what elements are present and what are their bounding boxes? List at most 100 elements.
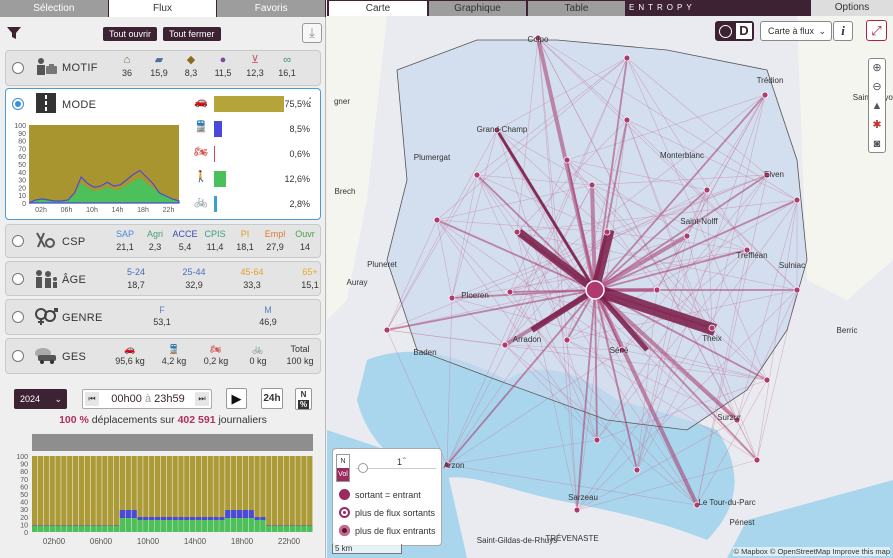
motif-col[interactable]: ∞ 16,1 (272, 53, 302, 79)
motif-panel[interactable]: MOTIF ⌂ 36 ▰ 15,9 ◆ 8,3 ● 11,5 ⊻ 12,3 ∞ 16,1 (5, 50, 321, 86)
csp-col: Ouvr 14 (290, 227, 320, 253)
commune-node (683, 232, 691, 240)
commune-node (563, 336, 571, 344)
map-attribution[interactable]: © Mapbox © OpenStreetMap Improve this ma… (733, 547, 890, 556)
range-24h-button[interactable]: 24h (261, 388, 283, 409)
camera-icon[interactable]: ◙ (869, 135, 885, 154)
motif-title: MOTIF (62, 62, 98, 74)
mode-panel[interactable]: MODE ⋮ 100 90 80 70 60 50 40 30 20 10 0 02h 06h 10h 14… (5, 88, 321, 220)
csp-col: ACCE 5,4 (170, 227, 200, 253)
motif-col[interactable]: ◆ 8,3 (176, 53, 206, 79)
bar-train (266, 525, 272, 526)
bar-train (283, 525, 289, 526)
car-icon: 🚗 (124, 344, 136, 354)
origin-circle-icon[interactable] (719, 25, 732, 38)
compass-icon[interactable]: ▲ (869, 97, 885, 116)
y-tick: 100 (14, 123, 26, 130)
y-tick: 10 (18, 193, 26, 200)
tab-flux[interactable]: Flux (108, 0, 217, 17)
motif-col[interactable]: ⌂ 36 (112, 53, 142, 79)
bar-train (160, 517, 167, 520)
filter-icon[interactable] (6, 25, 22, 41)
zoom-out-icon[interactable]: ⊖ (869, 78, 885, 97)
bar-walk (67, 526, 73, 532)
normalize-button[interactable]: N% (295, 388, 312, 410)
age-value: 18,7 (127, 280, 145, 290)
bar-train (61, 525, 67, 526)
motif-col[interactable]: ▰ 15,9 (144, 53, 174, 79)
commune-node (513, 228, 521, 236)
motif-radio[interactable] (12, 62, 24, 74)
mode-radio[interactable] (12, 98, 24, 110)
bar-walk (260, 520, 266, 532)
bar-train (219, 517, 225, 520)
open-all-button[interactable]: Tout ouvrir (103, 27, 158, 41)
motif-col[interactable]: ● 11,5 (208, 53, 238, 79)
download-icon[interactable]: ⤓ (302, 23, 322, 43)
place-label: Surzur (717, 413, 741, 422)
origin-destination-toggle[interactable]: D (715, 21, 754, 41)
csp-value: 5,4 (178, 242, 192, 252)
place-label: gner (334, 97, 350, 106)
skip-start-icon[interactable]: ⏮ (85, 392, 99, 406)
commune-node (793, 286, 801, 294)
options-button[interactable]: Options (811, 0, 893, 16)
x-tick: 22h00 (278, 537, 301, 546)
motif-value: 12,3 (246, 68, 264, 78)
csp-value: 14 (299, 242, 310, 252)
legend-slider-handle[interactable] (358, 463, 368, 473)
tab-carte[interactable]: Carte (329, 1, 427, 16)
genre-title: GENRE (62, 312, 103, 324)
bicycle-icon: 🚲 (252, 344, 264, 354)
genre-panel[interactable]: GENRE F 53,1 M 46,9 (5, 299, 321, 335)
close-all-button[interactable]: Tout fermer (163, 27, 221, 41)
year-select[interactable]: 2024 ⌄ (14, 389, 67, 409)
mode-percent: 0,6% (289, 149, 310, 159)
csp-panel[interactable]: CSP SAP 21,1 Agri 2,3 ACCE 5,4 CPIS 11,4 PI 18,1 E… (5, 224, 321, 258)
motif-col[interactable]: ⊻ 12,3 (240, 53, 270, 79)
genre-radio[interactable] (12, 311, 24, 323)
view-select[interactable]: Carte à flux ⌄ (760, 21, 832, 41)
skip-end-icon[interactable]: ⏭ (195, 392, 209, 406)
tab-favoris[interactable]: Favoris (217, 0, 326, 17)
bar-car (266, 456, 272, 532)
y-tick: 50 (18, 162, 26, 169)
bar-train (254, 517, 260, 520)
time-range[interactable]: ⏮ 00h00 à 23h59 ⏭ (82, 389, 212, 409)
bar-train (49, 525, 55, 526)
age-label: 45-64 (240, 267, 264, 277)
bar-car (67, 456, 73, 532)
x-tick: 02h00 (43, 537, 66, 546)
info-button[interactable]: i (833, 21, 853, 41)
zoom-in-icon[interactable]: ⊕ (869, 59, 885, 78)
tab-table[interactable]: Table (528, 1, 625, 16)
time-slider-bar[interactable] (32, 434, 313, 451)
stepper-icon[interactable]: ⌃ (401, 456, 408, 465)
map-area[interactable]: ColpoTrédionSaint-GuyonGrand-ChampPlumer… (327, 0, 893, 558)
time-to[interactable]: 23h59 (154, 393, 185, 405)
csp-title: CSP (62, 236, 86, 248)
tab-selection[interactable]: Sélection (0, 0, 108, 17)
mode-bar (214, 196, 217, 212)
y-tick: 80 (20, 469, 28, 476)
tab-graphique[interactable]: Graphique (429, 1, 526, 16)
play-icon[interactable]: ▶ (226, 388, 247, 409)
bar-walk (266, 526, 272, 532)
layers-icon[interactable]: ✱ (869, 116, 885, 135)
legend-slider[interactable] (356, 468, 436, 469)
ges-radio[interactable] (12, 350, 24, 362)
csp-radio[interactable] (12, 235, 24, 247)
bar-walk (236, 518, 243, 532)
csp-label: CPIS (204, 229, 226, 239)
bar-train (295, 525, 301, 526)
age-radio[interactable] (12, 273, 24, 285)
csp-col: Empl 27,9 (260, 227, 290, 253)
legend-mode-toggle[interactable]: N Vol (336, 454, 350, 482)
trips-count: 402 591 (177, 414, 216, 426)
ges-panel[interactable]: GES 🚗 95,6 kg 🚆 4,2 kg 🏍 0,2 kg 🚲 0 kg Total… (5, 338, 321, 374)
time-from[interactable]: 00h00 (111, 393, 142, 405)
destination-button[interactable]: D (736, 23, 752, 39)
age-panel[interactable]: ÂGE 5-24 18,7 25-44 32,9 45-64 33,3 65+ 15,1 (5, 261, 321, 296)
expand-icon[interactable]: ⤢ (866, 20, 887, 41)
commune-node (653, 286, 661, 294)
